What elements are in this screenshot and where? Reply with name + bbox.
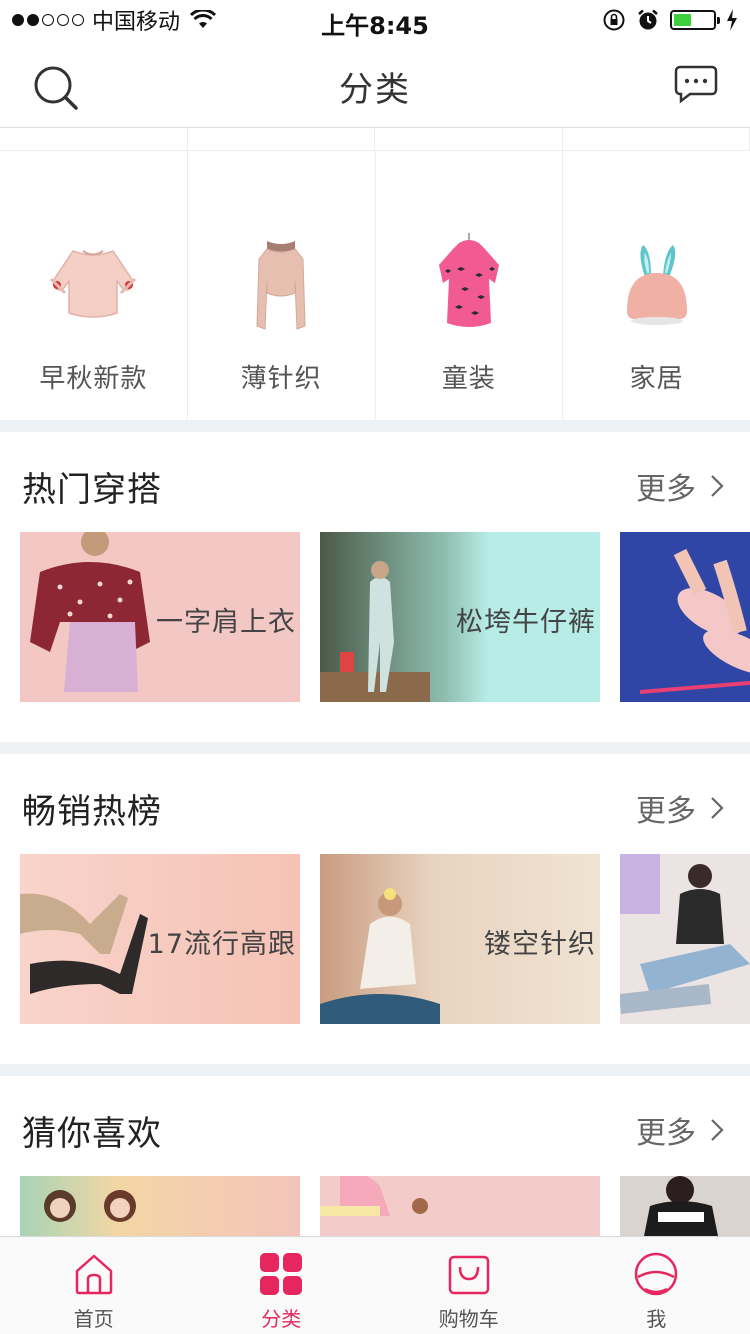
banner-item[interactable]: 一字肩上衣 bbox=[20, 532, 300, 702]
more-link[interactable]: 更多 bbox=[636, 464, 724, 508]
section-recommended: 猜你喜欢 更多 bbox=[0, 1076, 750, 1236]
tab-home[interactable]: 首页 bbox=[0, 1237, 188, 1334]
charging-icon bbox=[727, 9, 737, 31]
nav-bar: 分类 bbox=[0, 40, 750, 128]
category-item-kids[interactable]: 童装 bbox=[376, 151, 564, 420]
category-label: 童装 bbox=[441, 364, 496, 394]
page-title: 分类 bbox=[339, 70, 411, 110]
category-label: 薄针织 bbox=[240, 364, 322, 394]
banner-row: 一字肩上衣 松垮牛仔裤 bbox=[20, 532, 750, 702]
tab-label: 首页 bbox=[73, 1307, 114, 1331]
category-grid-icon bbox=[260, 1253, 303, 1295]
battery-icon bbox=[670, 10, 720, 30]
banner-item[interactable]: 镂空针织 bbox=[320, 854, 600, 1024]
chevron-right-icon bbox=[711, 475, 724, 497]
tab-label: 我 bbox=[646, 1307, 667, 1331]
banner-item[interactable]: 松垮牛仔裤 bbox=[320, 532, 600, 702]
message-icon[interactable] bbox=[674, 64, 718, 104]
kids-dress-image bbox=[438, 233, 499, 327]
tab-cart[interactable]: 购物车 bbox=[375, 1237, 563, 1334]
section-separator bbox=[0, 420, 750, 432]
category-label: 早秋新款 bbox=[39, 364, 148, 394]
banner-row: 17流行高跟 镂空针织 bbox=[20, 854, 750, 1024]
tab-label: 购物车 bbox=[438, 1307, 499, 1331]
banner-item[interactable] bbox=[620, 854, 750, 1024]
banner-item[interactable] bbox=[320, 1176, 600, 1236]
more-label: 更多 bbox=[636, 794, 696, 829]
section-title: 热门穿搭 bbox=[22, 470, 162, 510]
tab-category[interactable]: 分类 bbox=[188, 1237, 376, 1334]
category-label: 家居 bbox=[629, 364, 684, 394]
profile-icon bbox=[635, 1252, 678, 1296]
section-separator bbox=[0, 1064, 750, 1076]
bunny-lamp-image bbox=[626, 245, 687, 325]
status-bar: 中国移动 上午8:45 bbox=[0, 0, 750, 40]
tab-profile[interactable]: 我 bbox=[563, 1237, 750, 1334]
banner-label: 松垮牛仔裤 bbox=[456, 607, 596, 638]
rotation-lock-icon bbox=[603, 9, 625, 31]
banner-item[interactable] bbox=[20, 1176, 300, 1236]
section-separator bbox=[0, 742, 750, 754]
banner-item[interactable] bbox=[620, 532, 750, 702]
section-title: 畅销热榜 bbox=[22, 792, 162, 832]
banner-image bbox=[620, 532, 750, 702]
tab-bar: 首页 分类 购物车 我 bbox=[0, 1236, 750, 1334]
top-category-row: 早秋新款 薄针织 童装 家居 bbox=[0, 150, 750, 420]
section-best-sellers: 畅销热榜 更多 17流行高跟 镂空针织 bbox=[0, 754, 750, 1064]
category-strip bbox=[0, 128, 750, 150]
blouse-image bbox=[50, 250, 137, 318]
banner-item[interactable] bbox=[620, 1176, 750, 1236]
banner-row bbox=[20, 1176, 750, 1236]
section-hot-outfits: 热门穿搭 更多 一字肩上衣 松垮牛仔裤 bbox=[0, 432, 750, 742]
banner-label: 17流行高跟 bbox=[147, 929, 296, 960]
knit-top-image bbox=[256, 241, 306, 330]
banner-label: 一字肩上衣 bbox=[156, 607, 296, 638]
more-link[interactable]: 更多 bbox=[636, 786, 724, 830]
more-label: 更多 bbox=[636, 472, 696, 507]
status-right bbox=[602, 6, 738, 34]
chevron-right-icon bbox=[711, 797, 724, 819]
banner-label: 镂空针织 bbox=[484, 929, 596, 960]
more-link[interactable]: 更多 bbox=[636, 1108, 724, 1152]
banner-image bbox=[620, 1176, 750, 1236]
section-title: 猜你喜欢 bbox=[22, 1114, 162, 1154]
shopping-bag-icon bbox=[448, 1255, 489, 1295]
chevron-right-icon bbox=[711, 1119, 724, 1141]
more-label: 更多 bbox=[636, 1116, 696, 1151]
category-item-thin-knit[interactable]: 薄针织 bbox=[188, 151, 376, 420]
banner-item[interactable]: 17流行高跟 bbox=[20, 854, 300, 1024]
tab-label: 分类 bbox=[261, 1307, 302, 1331]
banner-image bbox=[620, 854, 750, 1024]
category-item-early-autumn[interactable]: 早秋新款 bbox=[0, 151, 188, 420]
banner-image bbox=[320, 1176, 600, 1236]
banner-image bbox=[20, 1176, 300, 1236]
alarm-icon bbox=[638, 9, 658, 30]
category-item-home[interactable]: 家居 bbox=[563, 151, 750, 420]
home-icon bbox=[75, 1254, 112, 1295]
